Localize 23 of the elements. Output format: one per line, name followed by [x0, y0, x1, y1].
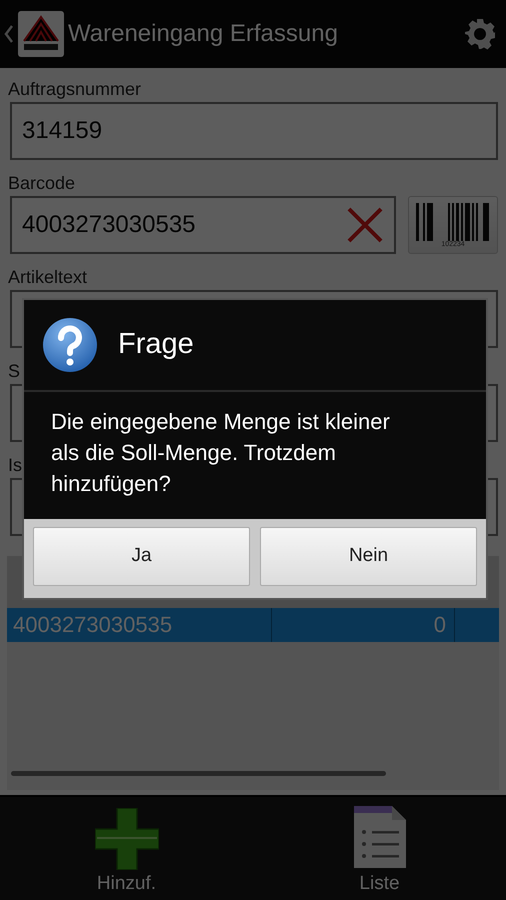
question-icon: [42, 317, 98, 373]
barcode-icon: [415, 203, 491, 241]
dialog-button[interactable]: Ja: [33, 527, 250, 586]
input-field[interactable]: 314159: [10, 102, 498, 160]
field-label: Artikeltext: [8, 266, 88, 288]
toolbar-button[interactable]: Liste: [253, 797, 506, 900]
plus-icon: [94, 808, 158, 870]
clear-icon[interactable]: [346, 206, 384, 244]
toolbar-button[interactable]: Hinzuf.: [0, 797, 253, 900]
logo-icon: [18, 11, 64, 57]
field-label: Auftragsnummer: [8, 78, 142, 100]
settings-icon[interactable]: [464, 18, 496, 50]
dialog-button[interactable]: Nein: [260, 527, 477, 586]
dialog-message: Die eingegebene Menge ist kleiner als die Soll-Menge. Trotzdem hinzufügen?: [51, 408, 391, 498]
dialog-title: Frage: [118, 327, 194, 362]
screen-title: Wareneingang Erfassung: [68, 19, 339, 49]
field-label: Is: [8, 454, 22, 476]
back-icon[interactable]: [4, 24, 14, 44]
field-label: Barcode: [8, 172, 76, 194]
document-list-icon: [352, 804, 408, 870]
field-label: S: [8, 360, 20, 382]
input-field[interactable]: 4003273030535: [10, 196, 396, 254]
table-row[interactable]: 4003273030535 0: [7, 608, 499, 642]
